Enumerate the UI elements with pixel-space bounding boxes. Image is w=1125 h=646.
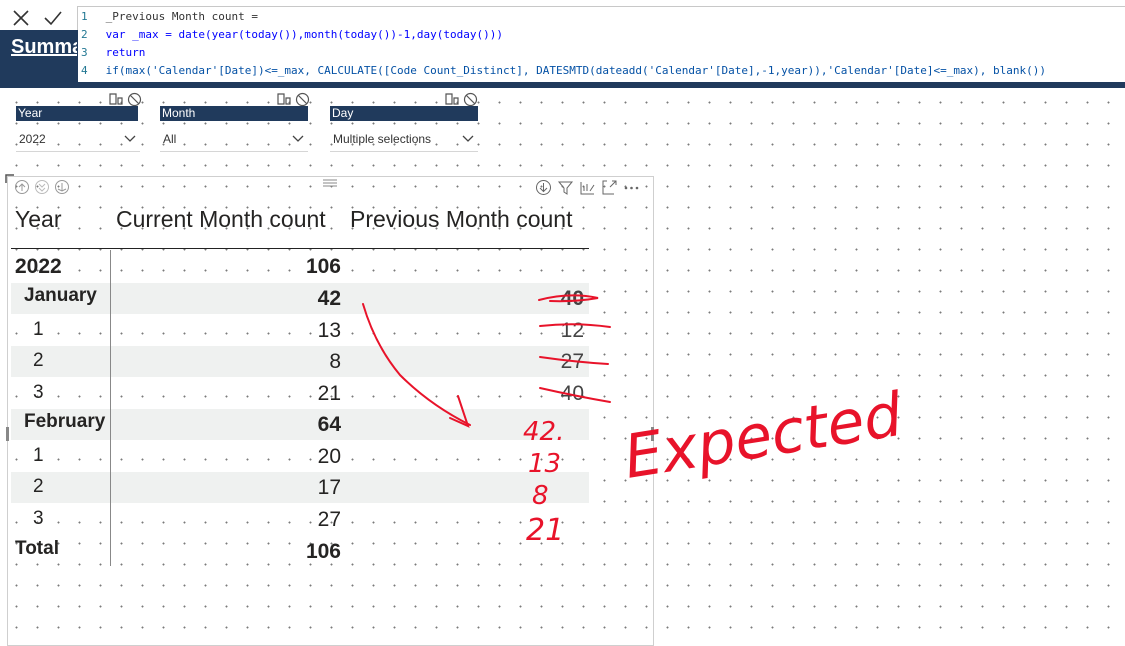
close-icon xyxy=(13,10,29,26)
current-month-cell: 106 xyxy=(305,540,341,563)
row-label: January xyxy=(24,285,97,306)
month-dropdown[interactable]: All xyxy=(160,126,308,152)
matrix-row-day[interactable]: 3 21 40 xyxy=(11,378,589,409)
matrix-header-row: Year Current Month count Previous Month … xyxy=(11,200,589,249)
filter-options-icon[interactable] xyxy=(276,92,291,107)
previous-month-cell: 12 xyxy=(560,319,584,342)
matrix-row-month[interactable]: January 42 40 xyxy=(11,283,589,314)
expand-hierarchy-icon[interactable] xyxy=(54,179,70,195)
resize-handle-left[interactable] xyxy=(5,427,10,441)
chevron-down-icon xyxy=(462,135,474,142)
previous-month-cell: 40 xyxy=(560,287,584,310)
no-filter-icon[interactable] xyxy=(463,92,478,107)
matrix-row-year[interactable]: 2022 106 xyxy=(11,251,589,282)
matrix-row-day[interactable]: 3 27 xyxy=(11,504,589,535)
visual-header-icons xyxy=(535,179,640,197)
chevron-down-icon xyxy=(292,135,304,142)
previous-month-cell: 40 xyxy=(560,382,584,405)
current-month-cell: 106 xyxy=(305,255,341,278)
formula-line-1: 1 _Previous Month count = xyxy=(81,10,258,23)
current-month-cell: 64 xyxy=(317,413,341,436)
drag-handle-icon[interactable] xyxy=(322,178,338,188)
filter-options-icon[interactable] xyxy=(444,92,459,107)
formula-line-4: 4 if(max('Calendar'[Date])<=_max, CALCUL… xyxy=(81,64,1047,77)
matrix-row-day[interactable]: 1 20 xyxy=(11,441,589,472)
slicer-header: Year xyxy=(16,106,138,121)
formula-bar: 1 _Previous Month count = 2 var _max = d… xyxy=(0,0,1125,83)
matrix-row-day[interactable]: 2 17 xyxy=(11,472,589,503)
row-label: 2022 xyxy=(15,255,62,278)
page-title: Summary xyxy=(11,36,77,58)
dropdown-value: All xyxy=(163,132,177,146)
current-month-cell: 8 xyxy=(329,350,341,373)
matrix-row-total[interactable]: Total 106 xyxy=(11,536,589,567)
previous-month-cell: 27 xyxy=(560,350,584,373)
focus-mode-icon[interactable] xyxy=(601,179,618,196)
current-month-cell: 20 xyxy=(317,445,341,468)
more-options-icon[interactable] xyxy=(623,179,640,196)
drill-up-icon[interactable] xyxy=(14,179,30,195)
row-label: February xyxy=(24,411,106,432)
column-header-current-month[interactable]: Current Month count xyxy=(116,206,326,233)
current-month-cell: 21 xyxy=(317,382,341,405)
column-header-previous-month[interactable]: Previous Month count xyxy=(350,206,572,233)
filter-options-icon[interactable] xyxy=(108,92,123,107)
matrix-column-divider xyxy=(110,250,111,566)
check-icon xyxy=(44,11,62,26)
resize-handle-right[interactable] xyxy=(650,427,655,441)
slicer-header: Day xyxy=(330,106,478,121)
drill-down-icon[interactable] xyxy=(535,179,552,196)
slicer-header: Month xyxy=(160,106,308,121)
header-band xyxy=(0,82,1125,88)
row-label: Total xyxy=(15,538,59,559)
row-label: 2 xyxy=(33,350,44,371)
chevron-down-icon xyxy=(124,135,136,142)
cancel-formula-button[interactable] xyxy=(8,6,34,30)
formula-line-2: 2 var _max = date(year(today()),month(to… xyxy=(81,28,503,41)
no-filter-icon[interactable] xyxy=(127,92,142,107)
dropdown-value: 2022 xyxy=(19,132,46,146)
year-dropdown[interactable]: 2022 xyxy=(16,126,140,152)
matrix-row-month[interactable]: February 64 xyxy=(11,409,589,440)
current-month-cell: 42 xyxy=(317,287,341,310)
format-visual-icon[interactable] xyxy=(579,179,596,196)
row-label: 2 xyxy=(33,476,44,497)
row-label: 1 xyxy=(33,445,44,466)
go-to-next-level-icon[interactable] xyxy=(34,179,50,195)
current-month-cell: 17 xyxy=(317,476,341,499)
matrix-row-day[interactable]: 1 13 12 xyxy=(11,315,589,346)
row-label: 3 xyxy=(33,508,44,529)
day-dropdown[interactable]: Multiple selections xyxy=(330,126,478,152)
commit-formula-button[interactable] xyxy=(40,6,66,30)
filter-icon[interactable] xyxy=(557,179,574,196)
dropdown-value: Multiple selections xyxy=(333,132,432,146)
matrix-row-day[interactable]: 2 8 27 xyxy=(11,346,589,377)
row-label: 1 xyxy=(33,319,44,340)
dax-formula-editor[interactable]: 1 _Previous Month count = 2 var _max = d… xyxy=(77,6,1125,83)
current-month-cell: 27 xyxy=(317,508,341,531)
current-month-cell: 13 xyxy=(317,319,341,342)
formula-line-3: 3 return xyxy=(81,46,146,59)
no-filter-icon[interactable] xyxy=(295,92,310,107)
row-label: 3 xyxy=(33,382,44,403)
column-header-year[interactable]: Year xyxy=(15,206,61,233)
drill-controls xyxy=(14,179,70,197)
